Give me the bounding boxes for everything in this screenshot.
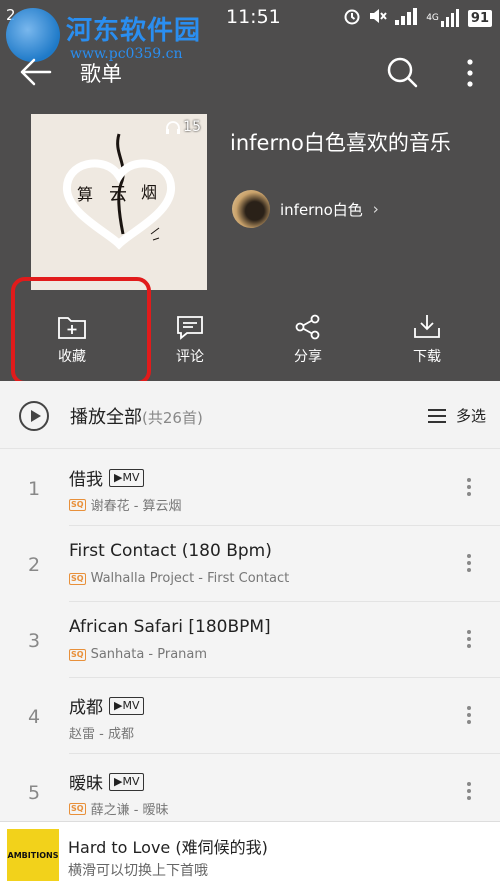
play-all-button[interactable]: 播放全部(共26首) — [70, 403, 203, 429]
song-number: 5 — [27, 782, 41, 804]
song-artist-album: 赵雷 - 成都 — [69, 727, 134, 742]
song-subtitle-line: SQ Walhalla Project - First Contact — [69, 571, 289, 586]
song-subtitle-line: SQ 谢春花 - 算云烟 — [69, 495, 182, 514]
song-more-button[interactable] — [466, 630, 472, 652]
search-icon — [387, 57, 418, 88]
playlist-title: inferno白色喜欢的音乐 — [230, 131, 451, 155]
song-title: 暧昧 — [69, 774, 103, 794]
song-title: 成都 — [69, 698, 103, 718]
song-more-button[interactable] — [466, 782, 472, 804]
song-number: 2 — [27, 554, 41, 576]
signal-icon — [395, 7, 419, 29]
download-icon — [414, 315, 440, 338]
app-bar: 歌单 — [0, 48, 500, 96]
more-options-button[interactable] — [460, 56, 480, 90]
playlist-author[interactable]: inferno白色 › — [232, 190, 379, 228]
download-label: 下载 — [413, 349, 441, 365]
back-button[interactable] — [18, 54, 58, 90]
song-artist-album: 谢春花 - 算云烟 — [90, 499, 182, 514]
play-all-label: 播放全部 — [70, 407, 142, 428]
song-row[interactable]: 1 借我 ▶MV SQ 谢春花 - 算云烟 — [0, 450, 500, 526]
play-all-icon[interactable] — [19, 401, 49, 431]
share-icon — [295, 314, 320, 340]
comment-label: 评论 — [176, 349, 204, 365]
watermark-title: 河东软件园 — [66, 16, 202, 46]
collect-highlight-box — [11, 277, 151, 385]
song-row[interactable]: 3 African Safari [180BPM] SQ Sanhata - P… — [0, 602, 500, 678]
song-subtitle-line: SQ 薛之谦 - 暧昧 — [69, 799, 169, 818]
song-count: (共26首) — [142, 409, 203, 427]
page-title: 歌单 — [80, 62, 122, 86]
song-row[interactable]: 4 成都 ▶MV 赵雷 - 成都 — [0, 678, 500, 754]
alarm-icon — [343, 7, 361, 29]
svg-text:算: 算 — [77, 185, 93, 204]
headphones-icon — [166, 121, 181, 134]
status-icons: 4G 91 — [343, 6, 492, 30]
song-title: African Safari [180BPM] — [69, 617, 271, 637]
multi-select-label: 多选 — [455, 407, 486, 425]
song-title: 借我 — [69, 470, 103, 490]
author-name: inferno白色 — [280, 200, 363, 219]
comment-icon — [177, 316, 203, 340]
list-icon — [427, 408, 446, 423]
player-song-title: Hard to Love (难伺候的我) — [68, 838, 268, 857]
song-title-line: 成都 ▶MV — [69, 693, 145, 718]
album-art-text: AMBITIONS — [7, 850, 59, 860]
song-title-line: African Safari [180BPM] — [69, 617, 271, 637]
status-time: 11:51 — [226, 6, 281, 28]
song-artist-album: Walhalla Project - First Contact — [90, 571, 290, 586]
sq-badge: SQ — [69, 648, 86, 661]
song-row[interactable]: 5 暧昧 ▶MV SQ 薛之谦 - 暧昧 — [0, 754, 500, 830]
network-label: 4G — [426, 13, 439, 23]
share-label: 分享 — [294, 349, 322, 365]
song-row[interactable]: 2 First Contact (180 Bpm) SQ Walhalla Pr… — [0, 526, 500, 602]
song-number: 4 — [27, 706, 41, 728]
song-more-button[interactable] — [466, 554, 472, 576]
song-title-line: 借我 ▶MV — [69, 465, 145, 490]
player-album-art[interactable]: AMBITIONS — [7, 829, 59, 881]
playlist-cover[interactable]: 算 云 烟 15 — [31, 114, 207, 290]
listen-count-value: 15 — [183, 119, 201, 135]
mini-player[interactable]: AMBITIONS Hard to Love (难伺候的我) 横滑可以切换上下首… — [0, 821, 500, 889]
more-vertical-icon — [467, 59, 473, 87]
song-title: First Contact (180 Bpm) — [69, 541, 272, 561]
mute-icon — [368, 7, 388, 29]
svg-text:云: 云 — [109, 184, 127, 205]
share-button[interactable]: 分享 — [268, 314, 348, 372]
song-more-button[interactable] — [466, 706, 472, 728]
song-artist-album: 薛之谦 - 暧昧 — [90, 803, 169, 818]
play-all-bar: 播放全部(共26首) 多选 — [0, 381, 500, 449]
sq-badge: SQ — [69, 572, 86, 585]
search-button[interactable] — [386, 56, 420, 90]
cover-art-heart-icon: 算 云 烟 — [31, 114, 207, 290]
battery-indicator: 91 — [467, 9, 492, 27]
song-subtitle-line: 赵雷 - 成都 — [69, 723, 134, 742]
song-subtitle-line: SQ Sanhata - Pranam — [69, 647, 207, 662]
song-title-line: First Contact (180 Bpm) — [69, 541, 272, 561]
multi-select-button[interactable]: 多选 — [427, 405, 486, 426]
mv-badge[interactable]: ▶MV — [109, 468, 145, 487]
mv-badge[interactable]: ▶MV — [109, 696, 145, 715]
comment-button[interactable]: 评论 — [150, 314, 230, 372]
avatar — [232, 190, 270, 228]
sq-badge: SQ — [69, 498, 86, 511]
song-number: 1 — [27, 478, 41, 500]
svg-text:烟: 烟 — [141, 183, 157, 202]
song-title-line: 暧昧 ▶MV — [69, 769, 145, 794]
player-hint: 横滑可以切换上下首哦 — [68, 863, 208, 879]
chevron-right-icon: › — [372, 200, 379, 218]
download-button[interactable]: 下载 — [387, 314, 467, 372]
back-arrow-icon — [20, 58, 52, 86]
listen-count: 15 — [165, 119, 201, 135]
song-more-button[interactable] — [466, 478, 472, 500]
song-artist-album: Sanhata - Pranam — [90, 647, 208, 662]
mv-badge[interactable]: ▶MV — [109, 772, 145, 791]
sq-badge: SQ — [69, 802, 86, 815]
song-number: 3 — [27, 630, 41, 652]
network-4g-icon: 4G — [426, 9, 461, 27]
